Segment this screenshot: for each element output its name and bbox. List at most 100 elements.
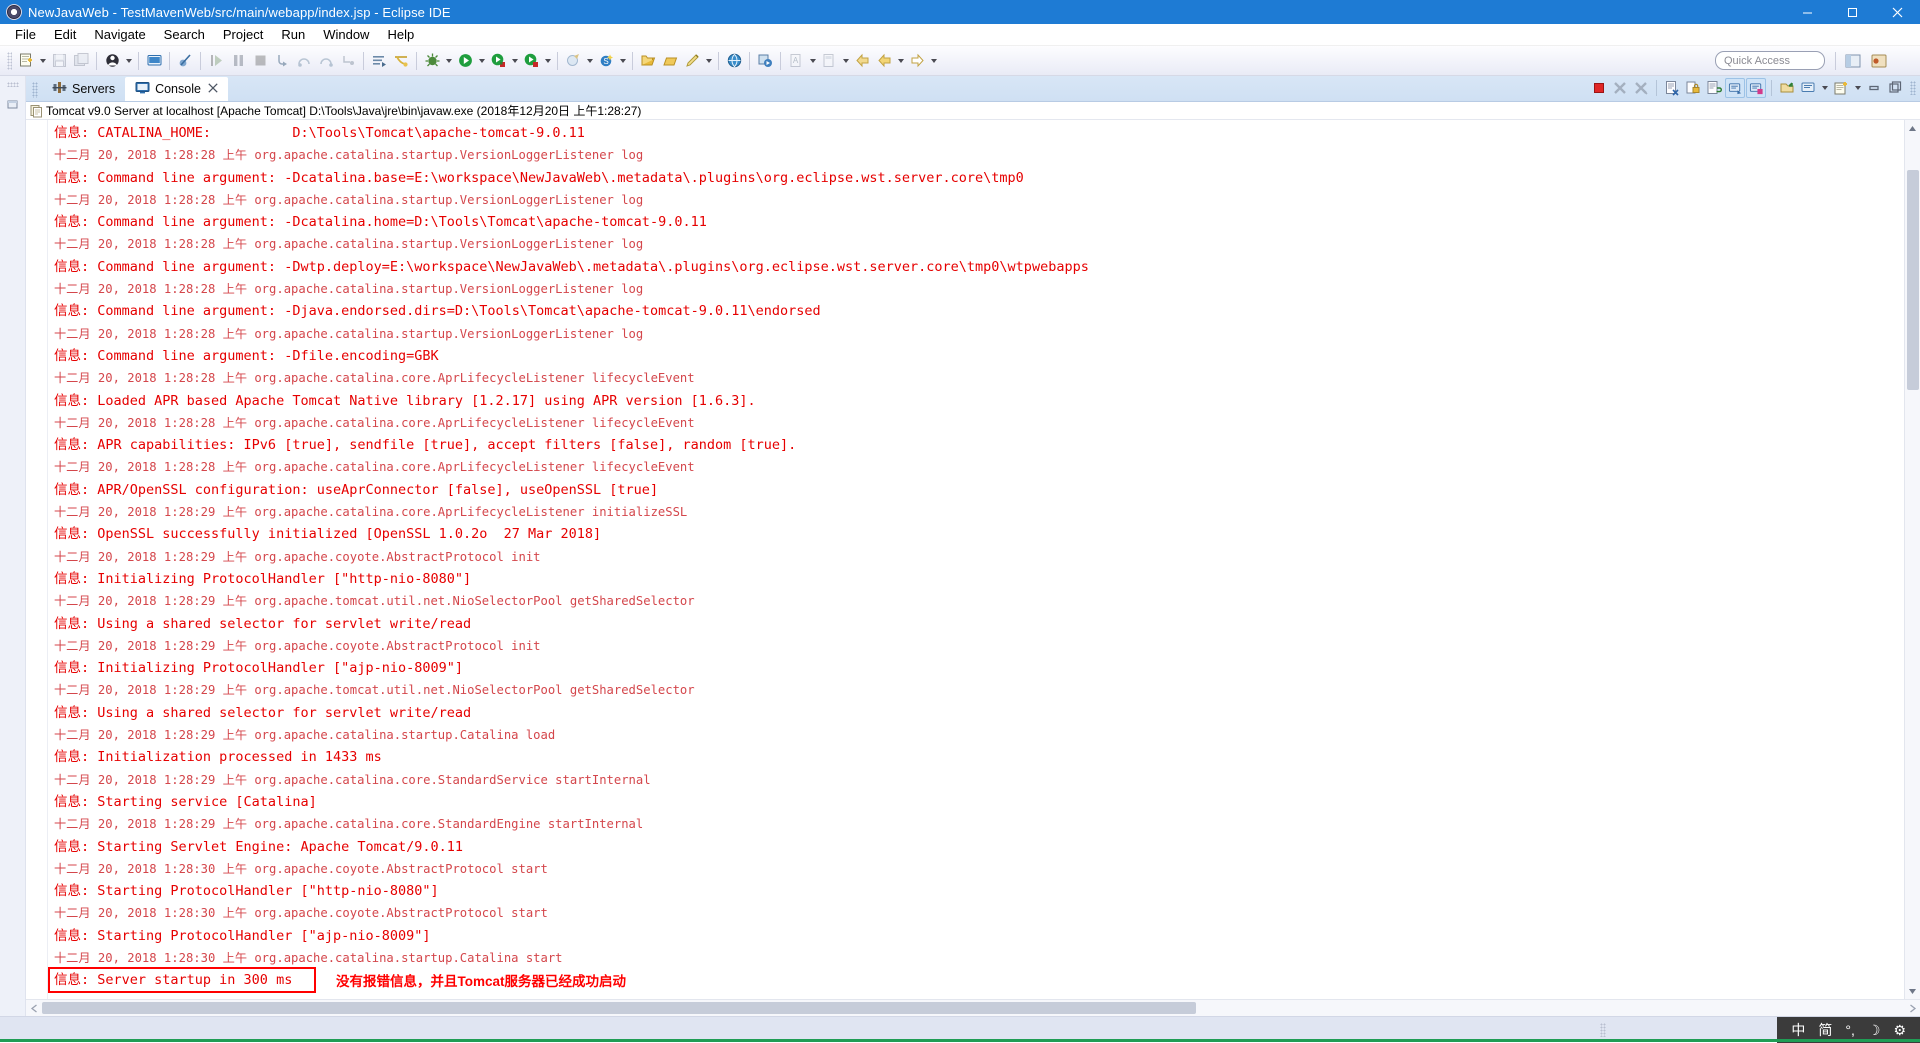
menu-run[interactable]: Run xyxy=(272,25,314,44)
scroll-up-arrow[interactable] xyxy=(1905,120,1920,136)
scroll-right-arrow[interactable] xyxy=(1904,1000,1920,1016)
toolbar-grip[interactable] xyxy=(7,52,12,70)
new-package-icon[interactable] xyxy=(818,50,840,72)
word-wrap-icon[interactable] xyxy=(1704,78,1724,98)
ime-simplified-indicator[interactable]: 简 xyxy=(1818,1020,1832,1040)
restore-view-icon[interactable] xyxy=(4,95,22,113)
skip-breakpoints-icon[interactable] xyxy=(174,50,196,72)
open-console-icon[interactable] xyxy=(1831,78,1851,98)
new-java-project-icon[interactable] xyxy=(143,50,165,72)
open-type-icon[interactable] xyxy=(637,50,659,72)
next-edit-dropdown-icon[interactable] xyxy=(928,50,939,72)
resume-icon[interactable] xyxy=(205,50,227,72)
remove-launch-icon[interactable] xyxy=(1610,78,1630,98)
minimize-icon[interactable] xyxy=(1864,78,1884,98)
java-ee-perspective-icon[interactable] xyxy=(1868,50,1890,72)
show-console-on-error-icon[interactable] xyxy=(1746,78,1766,98)
clear-console-icon[interactable] xyxy=(1662,78,1682,98)
next-edit-icon[interactable] xyxy=(906,50,928,72)
console-vertical-scrollbar[interactable] xyxy=(1904,120,1920,999)
display-selected-console-icon[interactable] xyxy=(1798,78,1818,98)
menu-search[interactable]: Search xyxy=(155,25,214,44)
new-class-dropdown-icon[interactable] xyxy=(807,50,818,72)
run-as-dropdown-icon[interactable] xyxy=(509,50,520,72)
terminate-icon[interactable] xyxy=(1589,78,1609,98)
new-wizard-dropdown-icon[interactable] xyxy=(37,50,48,72)
console-vscroll-thumb[interactable] xyxy=(1907,170,1919,390)
maximize-button[interactable] xyxy=(1830,0,1875,24)
drop-to-frame-icon[interactable] xyxy=(337,50,359,72)
menu-window[interactable]: Window xyxy=(314,25,378,44)
console-text[interactable]: 信息: CATALINA_HOME: D:\Tools\Tomcat\apach… xyxy=(48,120,1904,999)
profile-icon[interactable] xyxy=(754,50,776,72)
suspend-icon[interactable] xyxy=(227,50,249,72)
minimize-button[interactable] xyxy=(1785,0,1830,24)
forward-icon[interactable] xyxy=(873,50,895,72)
next-annotation-icon[interactable] xyxy=(368,50,390,72)
menu-help[interactable]: Help xyxy=(378,25,423,44)
open-task-icon[interactable] xyxy=(659,50,681,72)
console-toolbar-grip[interactable] xyxy=(1910,81,1916,95)
console-hscroll-track[interactable] xyxy=(42,1000,1904,1016)
step-into-icon[interactable] xyxy=(271,50,293,72)
maximize-icon[interactable] xyxy=(1885,78,1905,98)
scroll-down-arrow[interactable] xyxy=(1905,983,1920,999)
save-all-icon[interactable] xyxy=(70,50,92,72)
quick-access-input[interactable]: Quick Access xyxy=(1715,51,1825,70)
ime-punctuation-indicator[interactable]: °, xyxy=(1845,1022,1855,1038)
menu-file[interactable]: File xyxy=(6,25,45,44)
run-as-icon[interactable] xyxy=(487,50,509,72)
console-horizontal-scrollbar[interactable] xyxy=(26,999,1920,1016)
new-class-icon[interactable]: A xyxy=(785,50,807,72)
open-console-dropdown-icon[interactable] xyxy=(1852,77,1863,99)
console-timestamp-line: 十二月 20, 2018 1:28:30 上午 org.apache.coyot… xyxy=(54,858,1904,880)
console-vscroll-track[interactable] xyxy=(1905,136,1920,983)
run-icon[interactable] xyxy=(454,50,476,72)
step-return-icon[interactable] xyxy=(315,50,337,72)
save-icon[interactable] xyxy=(48,50,70,72)
new-package-dropdown-icon[interactable] xyxy=(840,50,851,72)
console-hscroll-thumb[interactable] xyxy=(42,1002,1196,1014)
menu-edit[interactable]: Edit xyxy=(45,25,85,44)
previous-annotation-icon[interactable] xyxy=(390,50,412,72)
back-icon[interactable] xyxy=(851,50,873,72)
ime-chinese-indicator[interactable]: 中 xyxy=(1791,1020,1805,1040)
external-tools-dropdown-icon[interactable] xyxy=(584,50,595,72)
svg-text:A: A xyxy=(792,56,798,65)
ime-mode-icon[interactable]: ☽ xyxy=(1868,1022,1881,1039)
remove-all-terminated-icon[interactable] xyxy=(1631,78,1651,98)
open-web-browser-icon[interactable] xyxy=(723,50,745,72)
new-wizard-icon[interactable] xyxy=(15,50,37,72)
menu-project[interactable]: Project xyxy=(214,25,272,44)
debug-run-dropdown-icon[interactable] xyxy=(443,50,454,72)
close-button[interactable] xyxy=(1875,0,1920,24)
search-icon[interactable]: S xyxy=(595,50,617,72)
pin-console-icon[interactable] xyxy=(1777,78,1797,98)
scroll-left-arrow[interactable] xyxy=(26,1000,42,1016)
coverage-icon[interactable] xyxy=(520,50,542,72)
ime-settings-icon[interactable]: ⚙ xyxy=(1893,1022,1906,1039)
display-console-dropdown-icon[interactable] xyxy=(1819,77,1830,99)
debug-run-icon[interactable] xyxy=(421,50,443,72)
debug-perspective-icon[interactable] xyxy=(101,50,123,72)
debug-perspective-dropdown-icon[interactable] xyxy=(123,50,134,72)
forward-dropdown-icon[interactable] xyxy=(895,50,906,72)
run-dropdown-icon[interactable] xyxy=(476,50,487,72)
status-bar-grip[interactable] xyxy=(1600,1023,1606,1037)
menu-navigate[interactable]: Navigate xyxy=(85,25,154,44)
tab-console[interactable]: Console xyxy=(125,77,228,101)
close-icon[interactable] xyxy=(208,83,218,96)
show-console-on-output-icon[interactable] xyxy=(1725,78,1745,98)
search-dropdown-icon[interactable] xyxy=(617,50,628,72)
rail-grip[interactable] xyxy=(7,82,19,87)
open-perspective-icon[interactable] xyxy=(1842,50,1864,72)
tab-grip[interactable] xyxy=(32,82,38,98)
coverage-dropdown-icon[interactable] xyxy=(542,50,553,72)
step-over-icon[interactable] xyxy=(293,50,315,72)
terminate-icon[interactable] xyxy=(249,50,271,72)
external-tools-icon[interactable] xyxy=(562,50,584,72)
pencil-icon[interactable] xyxy=(681,50,703,72)
tab-servers[interactable]: Servers xyxy=(42,77,125,101)
pencil-dropdown-icon[interactable] xyxy=(703,50,714,72)
scroll-lock-icon[interactable] xyxy=(1683,78,1703,98)
